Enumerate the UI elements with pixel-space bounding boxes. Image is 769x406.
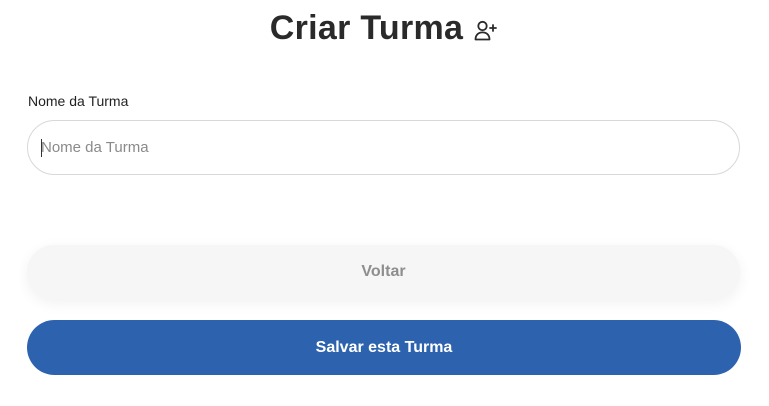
class-name-input[interactable] (28, 121, 739, 174)
save-class-button[interactable]: Salvar esta Turma (27, 320, 741, 375)
class-name-field[interactable] (27, 120, 740, 175)
page-header: Criar Turma (0, 6, 769, 50)
user-plus-icon (473, 18, 499, 44)
text-caret (41, 139, 42, 157)
back-button[interactable]: Voltar (27, 245, 740, 299)
class-name-label: Nome da Turma (28, 93, 129, 109)
page-title: Criar Turma (269, 9, 464, 47)
